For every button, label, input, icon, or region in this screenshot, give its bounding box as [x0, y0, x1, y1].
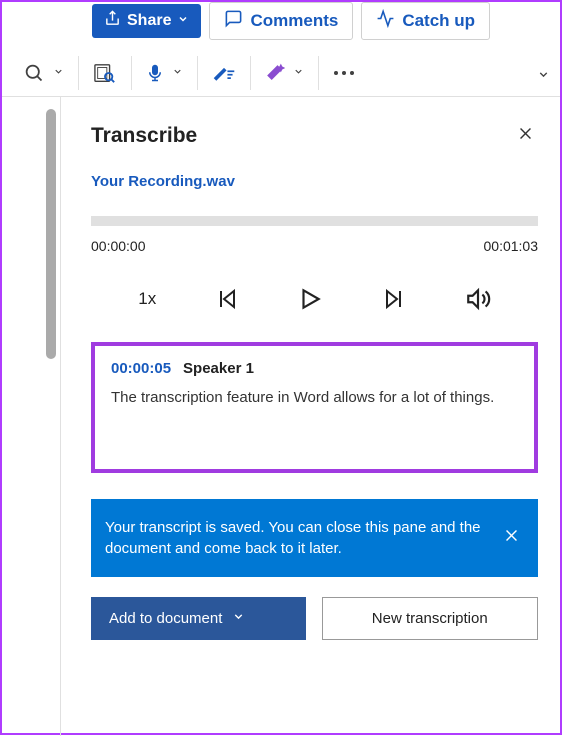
- pen-icon[interactable]: [212, 63, 236, 83]
- new-transcription-button[interactable]: New transcription: [322, 597, 539, 640]
- share-button[interactable]: Share: [92, 4, 201, 38]
- share-label: Share: [127, 12, 171, 30]
- playback-progress[interactable]: [91, 216, 538, 226]
- ribbon-toolbar: [2, 46, 560, 97]
- transcribe-pane: Transcribe Your Recording.wav 00:00:00 0…: [60, 97, 560, 736]
- catchup-label: Catch up: [402, 11, 475, 31]
- segment-timestamp[interactable]: 00:00:05: [111, 360, 171, 377]
- share-icon: [104, 10, 121, 32]
- activity-icon: [376, 9, 395, 33]
- document-scrollbar[interactable]: [2, 97, 60, 736]
- comments-label: Comments: [250, 11, 338, 31]
- chevron-down-icon[interactable]: [53, 64, 64, 82]
- total-time: 00:01:03: [484, 238, 539, 254]
- recording-filename[interactable]: Your Recording.wav: [91, 173, 538, 190]
- magic-wand-icon[interactable]: [265, 63, 285, 83]
- microphone-icon[interactable]: [146, 62, 164, 84]
- segment-text: The transcription feature in Word allows…: [111, 387, 518, 409]
- page-search-icon[interactable]: [93, 62, 117, 84]
- search-icon[interactable]: [24, 63, 45, 84]
- notice-text: Your transcript is saved. You can close …: [105, 517, 487, 559]
- play-button[interactable]: [297, 286, 323, 312]
- pane-title: Transcribe: [91, 124, 197, 148]
- volume-button[interactable]: [465, 286, 491, 312]
- chevron-down-icon[interactable]: [293, 64, 304, 82]
- close-pane-button[interactable]: [513, 121, 538, 151]
- segment-speaker: Speaker 1: [183, 360, 254, 377]
- catchup-button[interactable]: Catch up: [361, 2, 490, 40]
- scrollbar-thumb[interactable]: [46, 109, 56, 359]
- chevron-down-icon: [232, 610, 245, 627]
- current-time: 00:00:00: [91, 238, 146, 254]
- add-to-document-button[interactable]: Add to document: [91, 597, 306, 640]
- top-actions-bar: Share Comments Catch up: [2, 2, 560, 46]
- playback-controls: 1x: [91, 286, 538, 342]
- collapse-ribbon-icon[interactable]: [537, 68, 550, 86]
- add-to-document-label: Add to document: [109, 610, 222, 627]
- playback-speed-button[interactable]: 1x: [138, 289, 156, 309]
- chevron-down-icon: [177, 12, 189, 30]
- save-notice: Your transcript is saved. You can close …: [91, 499, 538, 577]
- skip-back-button[interactable]: [215, 287, 239, 311]
- transcript-segment[interactable]: 00:00:05 Speaker 1 The transcription fea…: [91, 342, 538, 473]
- more-icon[interactable]: [333, 70, 355, 76]
- comments-button[interactable]: Comments: [209, 2, 353, 40]
- dismiss-notice-button[interactable]: [499, 523, 524, 553]
- comments-icon: [224, 9, 243, 33]
- skip-forward-button[interactable]: [382, 287, 406, 311]
- chevron-down-icon[interactable]: [172, 64, 183, 82]
